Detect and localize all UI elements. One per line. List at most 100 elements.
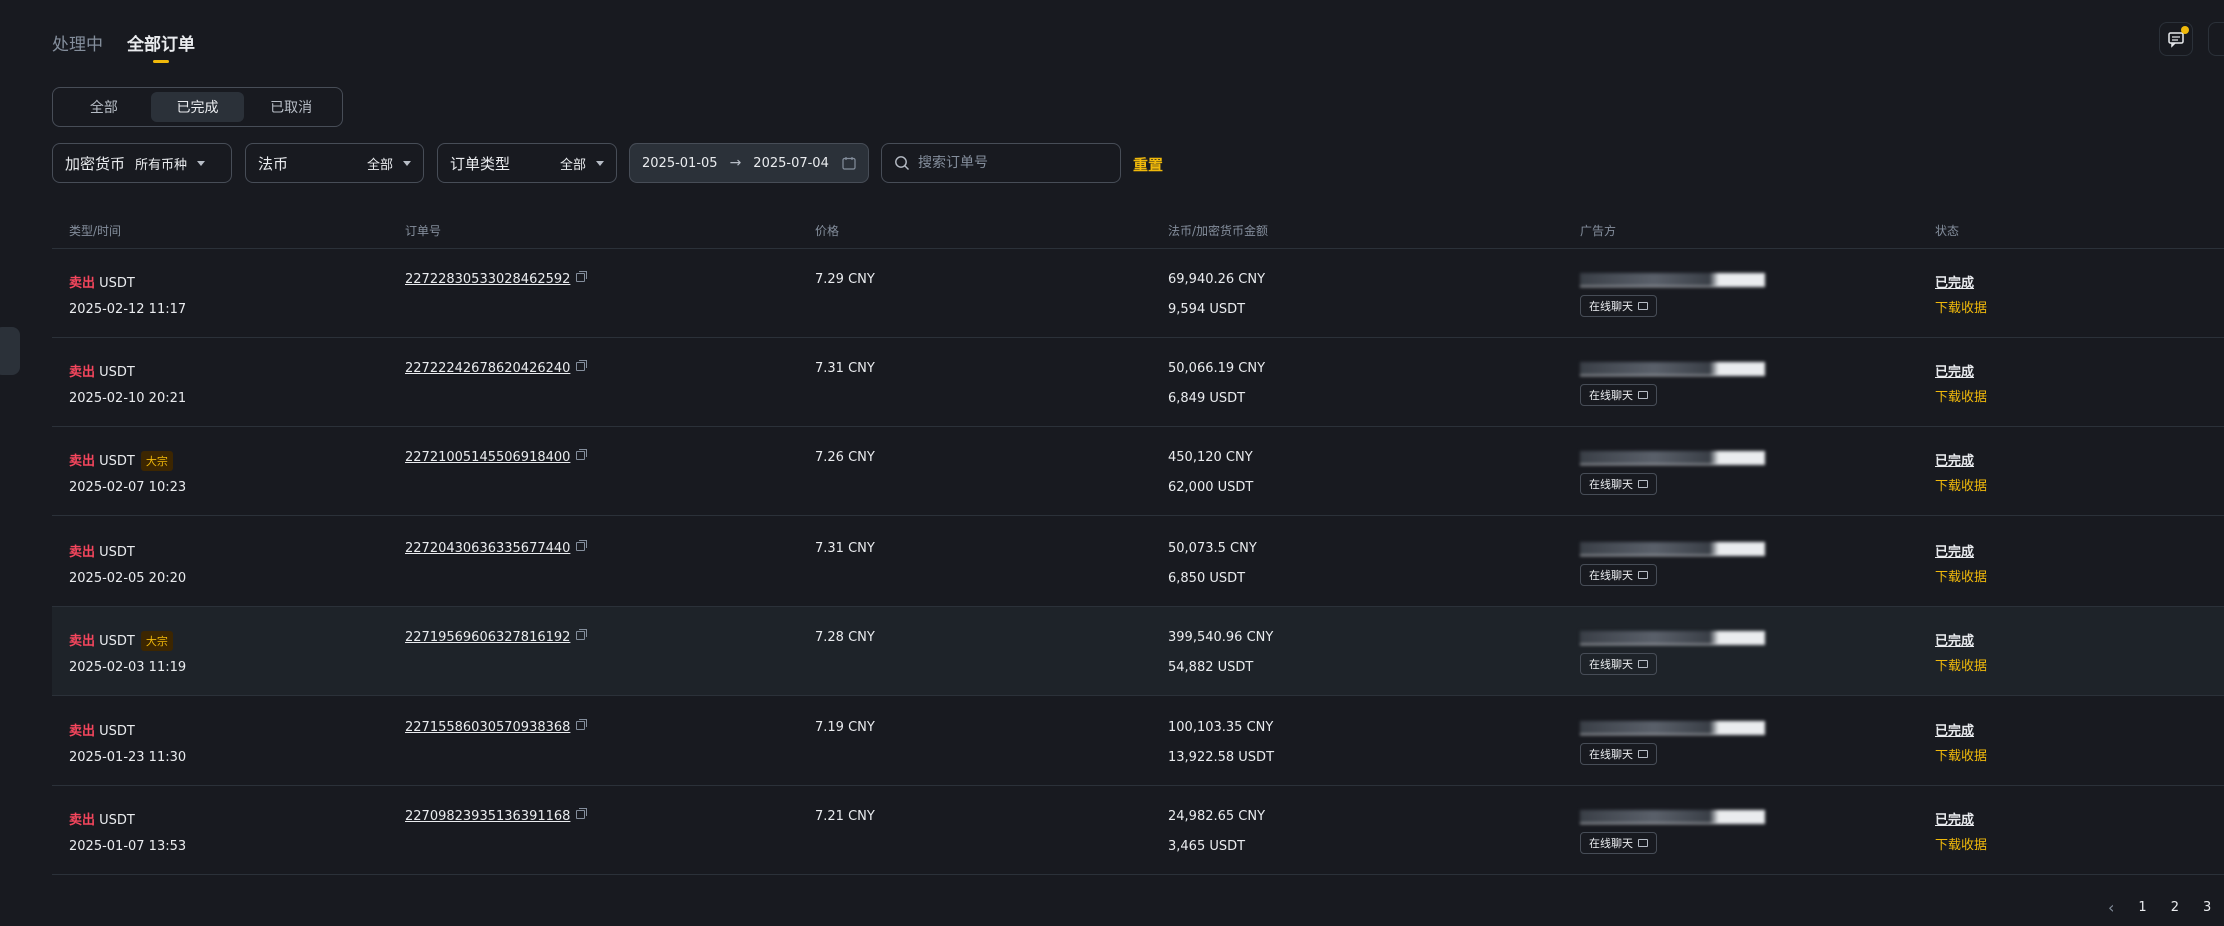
online-chat-button[interactable]: 在线聊天: [1580, 564, 1657, 586]
advertiser-name-redacted[interactable]: [1580, 631, 1765, 645]
block-trade-badge: 大宗: [140, 451, 173, 471]
online-chat-button[interactable]: 在线聊天: [1580, 295, 1657, 317]
order-number-link[interactable]: 22709823935136391168: [405, 809, 570, 824]
date-start[interactable]: 2025-01-05: [642, 156, 718, 171]
advertiser-name-redacted[interactable]: [1580, 542, 1765, 556]
table-row: 卖出 USDT 大宗 2025-02-07 10:23 227210051455069…: [52, 427, 2224, 516]
download-receipt-link[interactable]: 下载收据: [1935, 297, 1987, 316]
status-cell: 已完成 下载收据: [1935, 361, 1987, 405]
online-chat-button[interactable]: 在线聊天: [1580, 832, 1657, 854]
status-completed[interactable]: 已完成: [1935, 454, 1974, 469]
chevron-left-icon[interactable]: ‹: [2108, 898, 2114, 917]
date-range-picker[interactable]: 2025-01-05 → 2025-07-04: [629, 143, 869, 183]
order-number-link[interactable]: 22722830533028462592: [405, 272, 570, 287]
online-chat-button[interactable]: 在线聊天: [1580, 384, 1657, 406]
download-receipt-link[interactable]: 下载收据: [1935, 475, 1987, 494]
advertiser-name-redacted[interactable]: [1580, 810, 1765, 824]
copy-icon[interactable]: [576, 808, 588, 819]
status-completed[interactable]: 已完成: [1935, 545, 1974, 560]
page-1[interactable]: 1: [2138, 900, 2146, 915]
segment-cancelled[interactable]: 已取消: [244, 92, 338, 122]
segment-completed[interactable]: 已完成: [150, 92, 245, 122]
advertiser-name-redacted[interactable]: [1580, 362, 1765, 376]
column-price: 价格: [815, 224, 840, 238]
side-label: 卖出: [69, 276, 96, 291]
chat-icon: [1638, 302, 1648, 310]
order-time: 2025-02-03 11:19: [69, 660, 187, 675]
order-number-link[interactable]: 22721005145506918400: [405, 450, 570, 465]
page-3[interactable]: 3: [2203, 900, 2211, 915]
segment-all[interactable]: 全部: [57, 92, 151, 122]
copy-icon[interactable]: [576, 271, 588, 282]
advertiser-cell: 在线聊天: [1580, 810, 1765, 854]
copy-icon[interactable]: [576, 449, 588, 460]
order-number-link[interactable]: 22715586030570938368: [405, 720, 570, 735]
chat-icon: [1638, 660, 1648, 668]
order-number-cell: 22721005145506918400: [405, 449, 588, 465]
copy-icon[interactable]: [576, 629, 588, 640]
order-time: 2025-01-23 11:30: [69, 750, 187, 765]
side-label: 卖出: [69, 634, 96, 649]
status-completed[interactable]: 已完成: [1935, 813, 1974, 828]
order-search: [881, 143, 1121, 183]
copy-icon[interactable]: [576, 360, 588, 371]
column-amount: 法币/加密货币金额: [1168, 224, 1269, 238]
sidebar-handle[interactable]: [0, 327, 20, 375]
search-input[interactable]: [918, 155, 1098, 171]
order-number-link[interactable]: 22722242678620426240: [405, 361, 570, 376]
status-completed[interactable]: 已完成: [1935, 724, 1974, 739]
chat-icon: [1638, 571, 1648, 579]
asset-label: USDT: [99, 724, 135, 739]
messages-button[interactable]: [2159, 22, 2193, 56]
column-order-no: 订单号: [405, 224, 442, 238]
reset-button[interactable]: 重置: [1133, 154, 1163, 175]
online-chat-button[interactable]: 在线聊天: [1580, 743, 1657, 765]
order-time: 2025-02-12 11:17: [69, 302, 187, 317]
fiat-filter-value: 全部: [366, 157, 393, 173]
column-advertiser: 广告方: [1580, 224, 1617, 238]
layout-button[interactable]: [2208, 22, 2224, 56]
order-type-filter-value: 全部: [559, 157, 586, 173]
table-header: 类型/时间 订单号 价格 法币/加密货币金额 广告方 状态: [52, 218, 2224, 250]
order-number-link[interactable]: 22719569606327816192: [405, 630, 570, 645]
search-icon: [895, 156, 909, 170]
copy-icon[interactable]: [576, 719, 588, 730]
online-chat-button[interactable]: 在线聊天: [1580, 653, 1657, 675]
tab-processing[interactable]: 处理中: [52, 30, 103, 63]
download-receipt-link[interactable]: 下载收据: [1935, 655, 1987, 674]
order-number-link[interactable]: 22720430636335677440: [405, 541, 570, 556]
order-price: 7.21 CNY: [815, 809, 875, 824]
block-trade-badge: 大宗: [140, 631, 173, 651]
download-receipt-link[interactable]: 下载收据: [1935, 386, 1987, 405]
order-type-filter[interactable]: 订单类型 全部: [437, 143, 617, 183]
status-cell: 已完成 下载收据: [1935, 541, 1987, 585]
status-completed[interactable]: 已完成: [1935, 634, 1974, 649]
download-receipt-link[interactable]: 下载收据: [1935, 566, 1987, 585]
table-row: 卖出 USDT 2025-01-07 13:53 22709823935136391…: [52, 786, 2224, 875]
online-chat-button[interactable]: 在线聊天: [1580, 473, 1657, 495]
advertiser-name-redacted[interactable]: [1580, 273, 1765, 287]
chat-icon: [1638, 480, 1648, 488]
status-completed[interactable]: 已完成: [1935, 276, 1974, 291]
order-number-cell: 22720430636335677440: [405, 540, 588, 556]
advertiser-name-redacted[interactable]: [1580, 451, 1765, 465]
download-receipt-link[interactable]: 下载收据: [1935, 834, 1987, 853]
crypto-amount: 3,465 USDT: [1168, 839, 1246, 854]
order-number-cell: 22722830533028462592: [405, 271, 588, 287]
advertiser-name-redacted[interactable]: [1580, 721, 1765, 735]
status-completed[interactable]: 已完成: [1935, 365, 1974, 380]
fiat-filter[interactable]: 法币 全部: [245, 143, 424, 183]
side-label: 卖出: [69, 545, 96, 560]
tab-all-orders[interactable]: 全部订单: [127, 30, 195, 63]
date-end[interactable]: 2025-07-04: [753, 156, 829, 171]
fiat-amount: 399,540.96 CNY: [1168, 630, 1274, 645]
copy-icon[interactable]: [576, 540, 588, 551]
download-receipt-link[interactable]: 下载收据: [1935, 745, 1987, 764]
order-number-cell: 22719569606327816192: [405, 629, 588, 645]
crypto-filter[interactable]: 加密货币 所有币种: [52, 143, 232, 183]
crypto-amount: 9,594 USDT: [1168, 302, 1246, 317]
page-2[interactable]: 2: [2171, 900, 2179, 915]
advertiser-cell: 在线聊天: [1580, 451, 1765, 495]
caret-down-icon: [403, 160, 411, 166]
table-row: 卖出 USDT 2025-02-10 20:21 22722242678620426…: [52, 338, 2224, 427]
